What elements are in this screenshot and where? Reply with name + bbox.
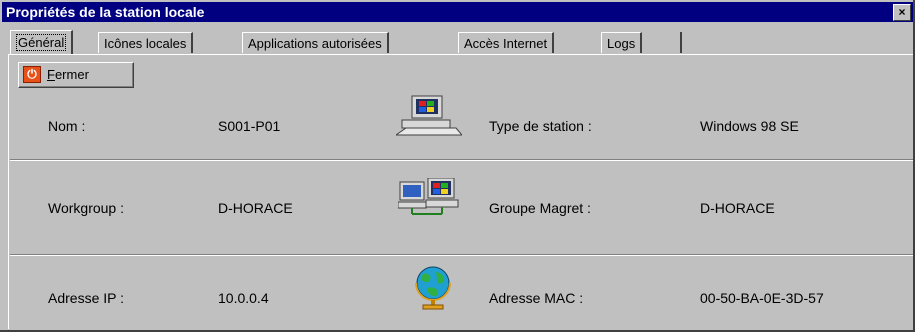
tab-general[interactable]: Général xyxy=(10,30,74,54)
properties-window: Propriétés de la station locale × Généra… xyxy=(0,0,915,332)
adresse-ip-value: 10.0.0.4 xyxy=(218,290,269,306)
fermer-button[interactable]: ⏻ Fermer xyxy=(18,62,134,88)
computer-icon xyxy=(394,94,464,139)
groupe-magret-value: D-HORACE xyxy=(700,200,775,216)
adresse-mac-value: 00-50-BA-0E-3D-57 xyxy=(700,290,824,306)
tab-acces-internet[interactable]: Accès Internet xyxy=(458,32,555,53)
nom-value: S001-P01 xyxy=(218,118,281,134)
tab-applications-autorisees[interactable]: Applications autorisées xyxy=(242,32,389,53)
groupe-magret-label: Groupe Magret : xyxy=(489,200,591,216)
adresse-ip-label: Adresse IP : xyxy=(48,290,125,306)
title-bar: Propriétés de la station locale × xyxy=(2,2,913,22)
tab-logs[interactable]: Logs xyxy=(601,32,643,53)
adresse-mac-label: Adresse MAC : xyxy=(489,290,584,306)
window-title: Propriétés de la station locale xyxy=(6,4,205,20)
workgroup-value: D-HORACE xyxy=(218,200,293,216)
tab-icones-locales[interactable]: Icônes locales xyxy=(98,32,194,53)
fermer-label: Fermer xyxy=(47,67,89,82)
workgroup-label: Workgroup : xyxy=(48,200,124,216)
power-icon: ⏻ xyxy=(23,66,41,83)
nom-label: Nom : xyxy=(48,118,86,134)
globe-icon xyxy=(410,264,456,313)
row-divider-2 xyxy=(10,254,913,256)
tab-strip-end xyxy=(672,32,682,53)
close-button[interactable]: × xyxy=(893,4,911,21)
type-station-value: Windows 98 SE xyxy=(700,118,799,134)
network-computers-icon xyxy=(397,177,460,219)
row-divider-1 xyxy=(10,159,913,161)
type-station-label: Type de station : xyxy=(489,118,592,134)
